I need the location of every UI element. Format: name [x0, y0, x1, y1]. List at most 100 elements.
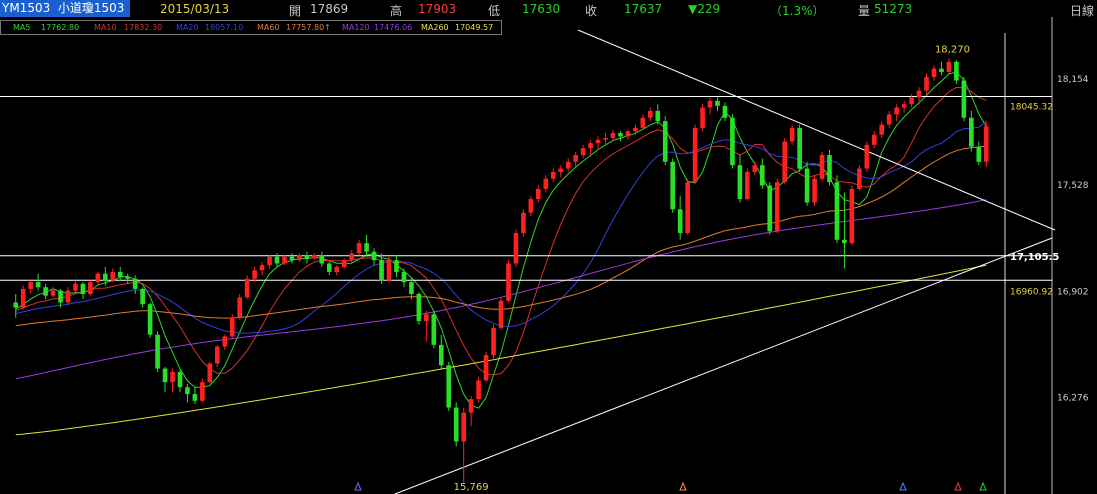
level-label: 16960.92	[1010, 287, 1053, 297]
candle-body	[35, 282, 41, 288]
signal-marker	[979, 481, 987, 491]
signal-markers	[354, 481, 987, 491]
candle-body	[640, 117, 646, 128]
candle-body	[88, 282, 93, 295]
candle-body	[931, 68, 937, 78]
candle-body	[349, 253, 355, 261]
candle-body	[655, 110, 661, 122]
candle-body	[147, 304, 153, 335]
candle-body	[371, 251, 377, 261]
candle-body	[117, 271, 123, 278]
candle-body	[700, 107, 705, 128]
candle-body	[573, 155, 578, 162]
candle-body	[207, 363, 213, 383]
candle-body	[341, 260, 347, 267]
candle-body	[140, 288, 145, 305]
candle-body	[267, 256, 272, 266]
candle-body	[483, 355, 489, 381]
candle-body	[924, 77, 929, 91]
candle-body	[543, 178, 549, 189]
candle-body	[192, 394, 198, 401]
candle-body	[603, 138, 608, 140]
candle-body	[550, 171, 556, 179]
candle-body	[909, 97, 914, 105]
candles	[13, 58, 989, 483]
candle-body	[983, 126, 989, 162]
candle-body	[886, 114, 892, 125]
candle-body	[162, 368, 168, 383]
candle-body	[767, 185, 773, 232]
candle-body	[536, 188, 541, 200]
sell-signal-marker	[679, 481, 687, 491]
candle-body	[857, 168, 862, 189]
candle-body	[730, 117, 735, 166]
candle-body	[946, 61, 952, 72]
y-tick-label: 16,276	[1057, 393, 1089, 403]
y-tick-label: 16,902	[1057, 287, 1089, 297]
candle-body	[58, 290, 63, 303]
candle-body	[961, 80, 967, 118]
candle-body	[289, 256, 295, 261]
candle-body	[200, 382, 205, 401]
candle-body	[356, 243, 362, 254]
candle-body	[461, 412, 466, 442]
candle-body	[939, 68, 944, 72]
annotations: 18,270 15,769	[454, 44, 970, 493]
signal-marker	[899, 481, 907, 491]
candle-body	[214, 346, 220, 364]
candle-body	[43, 287, 48, 296]
trend-lines	[394, 29, 1056, 494]
price-axis: 18,154 17,528 16,902 16,276	[1057, 75, 1089, 403]
candle-body	[894, 107, 899, 115]
signal-marker	[954, 481, 962, 491]
candle-body	[282, 256, 287, 264]
candle-body	[453, 407, 459, 442]
candle-body	[401, 271, 407, 283]
candle-body	[185, 387, 190, 395]
horizontal-levels: 18045.32 17,105.5 16960.92	[0, 96, 1059, 297]
candle-body	[901, 104, 907, 108]
moving-averages	[15, 71, 987, 436]
candle-body	[65, 290, 71, 303]
candle-body	[438, 344, 444, 366]
candle-body	[782, 141, 788, 183]
candle-body	[976, 146, 982, 162]
candle-body	[409, 282, 414, 295]
candle-body	[50, 290, 56, 296]
candle-body	[95, 273, 101, 283]
candle-body	[774, 182, 780, 232]
candle-body	[170, 371, 175, 383]
candle-body	[416, 294, 422, 322]
candle-body	[110, 271, 116, 281]
candle-body	[595, 139, 601, 144]
candle-body	[312, 255, 317, 259]
candle-body	[565, 161, 571, 169]
candle-body	[670, 161, 676, 210]
candle-body	[610, 132, 616, 139]
candle-body	[804, 168, 810, 203]
candle-body	[521, 212, 526, 233]
candle-body	[633, 127, 638, 132]
candle-body	[797, 127, 802, 169]
candle-body	[849, 188, 855, 244]
candlestick-chart[interactable]: 18045.32 17,105.5 16960.92 18,154 17,528 16,…	[0, 0, 1097, 494]
ma10-line	[15, 86, 987, 376]
candle-body	[707, 100, 713, 108]
candle-body	[745, 171, 750, 200]
candle-body	[618, 132, 623, 137]
candle-body	[222, 336, 228, 347]
candle-body	[506, 263, 511, 301]
candle-body	[491, 327, 496, 356]
candle-body	[252, 270, 257, 279]
candle-body	[722, 105, 728, 118]
candle-body	[431, 314, 437, 345]
candle-body	[364, 243, 369, 252]
y-tick-label: 18,154	[1057, 75, 1089, 85]
candle-body	[476, 380, 481, 400]
candle-body	[969, 117, 974, 147]
candle-body	[916, 90, 922, 98]
candle-body	[842, 239, 847, 244]
candle-body	[662, 121, 668, 162]
level-label: 18045.32	[1010, 103, 1053, 113]
ma260-line	[15, 264, 987, 436]
